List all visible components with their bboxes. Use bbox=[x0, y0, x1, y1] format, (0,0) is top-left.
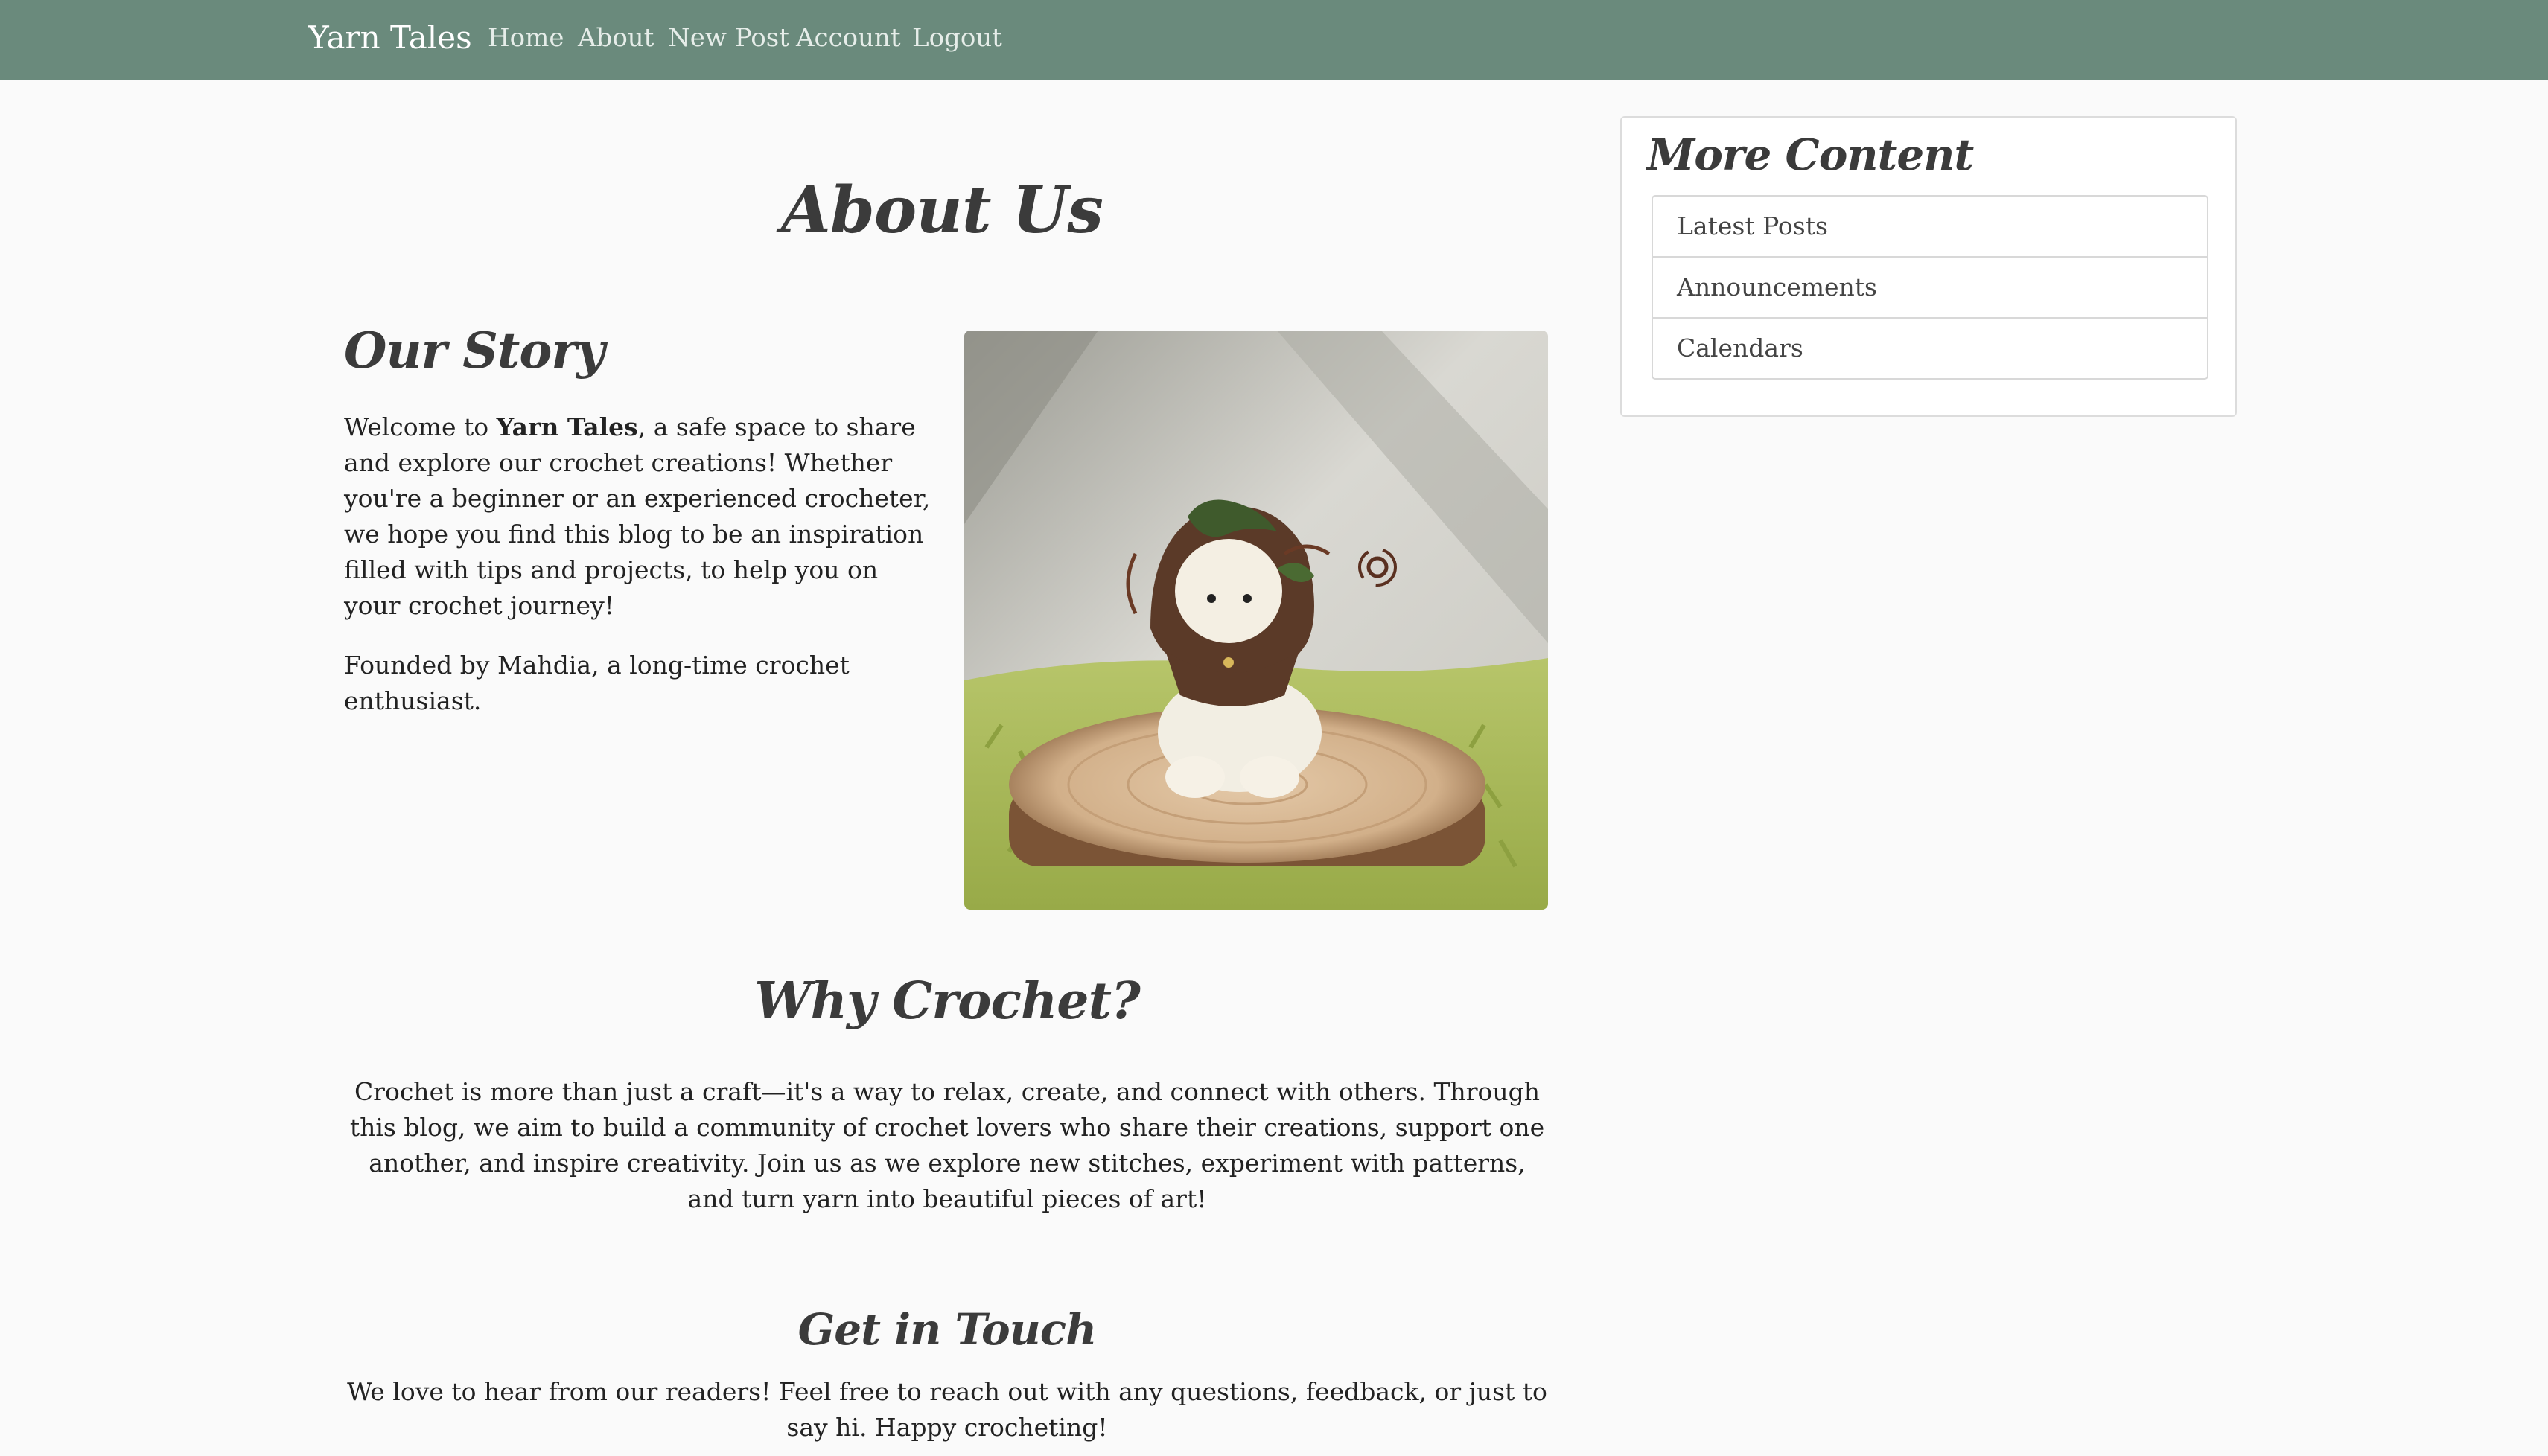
why-crochet-text: Crochet is more than just a craft—it's a… bbox=[349, 1077, 1545, 1213]
nav-link-new-post[interactable]: New Post bbox=[668, 0, 789, 76]
crochet-doll-photo bbox=[964, 331, 1548, 910]
page-title: About Us bbox=[781, 173, 1103, 248]
nav-link-home[interactable]: Home bbox=[488, 0, 564, 76]
nav-link-account[interactable]: Account bbox=[796, 0, 901, 76]
why-crochet-title: Why Crochet? bbox=[754, 971, 1141, 1031]
list-item-announcements[interactable]: Announcements bbox=[1653, 256, 2207, 317]
list-item-calendars[interactable]: Calendars bbox=[1653, 317, 2207, 378]
story-intro: Welcome to Yarn Tales, a safe space to s… bbox=[344, 412, 931, 620]
more-content-card: More Content Latest Posts Announcements … bbox=[1620, 116, 2237, 417]
nav-link-logout[interactable]: Logout bbox=[912, 0, 1002, 76]
brand-link[interactable]: Yarn Tales bbox=[308, 0, 472, 76]
brand-name-bold: Yarn Tales bbox=[496, 412, 638, 441]
story-title: Our Story bbox=[344, 322, 605, 380]
nav-link-about[interactable]: About bbox=[578, 0, 654, 76]
founder-text: Founded by Mahdia, a long-time crochet e… bbox=[344, 651, 850, 715]
navbar: Yarn Tales Home About New Post Account L… bbox=[0, 0, 2548, 80]
get-in-touch-text: We love to hear from our readers! Feel f… bbox=[347, 1377, 1547, 1442]
get-in-touch-title: Get in Touch bbox=[797, 1304, 1098, 1355]
story-text: Welcome to Yarn Tales, a safe space to s… bbox=[344, 409, 932, 743]
content-list: Latest Posts Announcements Calendars bbox=[1652, 195, 2208, 380]
list-item-latest-posts[interactable]: Latest Posts bbox=[1653, 197, 2207, 256]
sidebar-title: More Content bbox=[1647, 130, 1974, 180]
